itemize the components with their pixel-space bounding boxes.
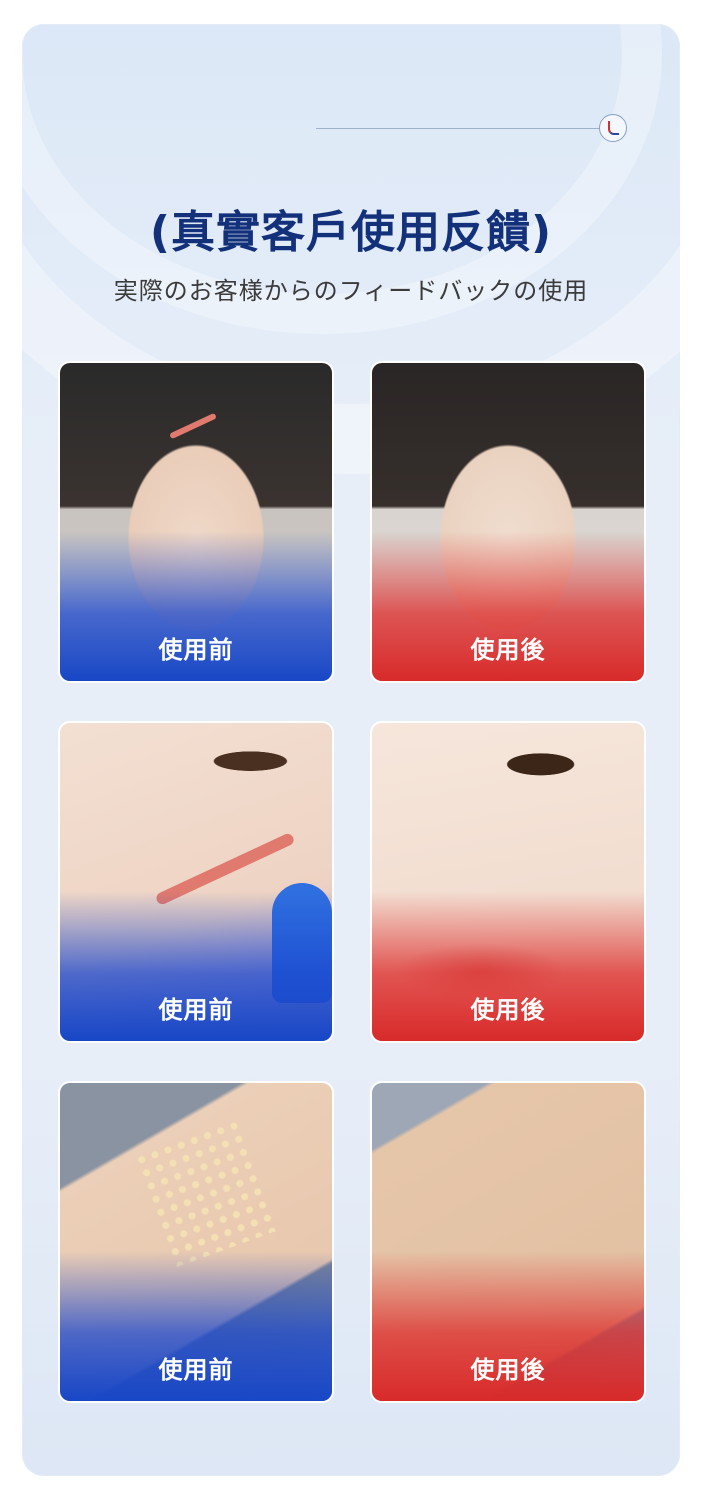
brand-logo-icon (599, 114, 627, 142)
before-photo-face: 使用前 (58, 361, 334, 683)
after-photo-cheek: 使用後 (370, 721, 646, 1043)
before-label: 使用前 (158, 996, 234, 1024)
before-photo-cheek: 使用前 (58, 721, 334, 1043)
before-photo-arm: 使用前 (58, 1081, 334, 1403)
after-label: 使用後 (470, 996, 546, 1024)
after-label: 使用後 (470, 636, 546, 664)
before-label: 使用前 (158, 1356, 234, 1384)
divider-line (316, 128, 606, 129)
page-subtitle: 実際のお客様からのフィードバックの使用 (113, 277, 589, 305)
page-title: (真實客戶使用反饋) (149, 207, 553, 258)
after-photo-face: 使用後 (370, 361, 646, 683)
after-label: 使用後 (470, 1356, 546, 1384)
feedback-card: (真實客戶使用反饋) 実際のお客様からのフィードバックの使用 使用前 使用後 使… (22, 24, 680, 1476)
after-photo-arm: 使用後 (370, 1081, 646, 1403)
before-label: 使用前 (158, 636, 234, 664)
